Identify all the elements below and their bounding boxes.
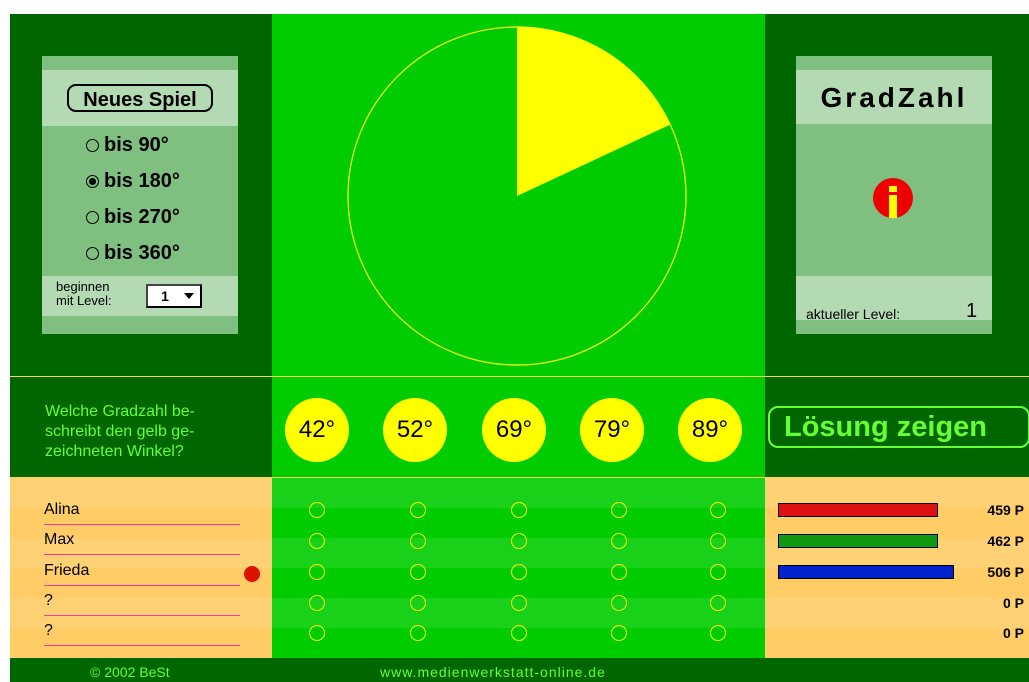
player-name-field[interactable]: ? <box>44 587 240 616</box>
show-solution-button[interactable]: Lösung zeigen <box>768 406 1029 448</box>
answer-button-1[interactable]: 42° <box>285 398 349 462</box>
radio-selected-icon[interactable] <box>86 174 99 188</box>
option-bis-270[interactable]: bis 270° <box>86 202 180 232</box>
player-name-field[interactable]: Alina <box>44 496 240 525</box>
answer-history-circle <box>710 595 726 611</box>
answer-history-circle <box>309 625 325 641</box>
answer-history-circle <box>511 595 527 611</box>
answer-history-circle <box>710 533 726 549</box>
option-bis-360[interactable]: bis 360° <box>86 238 180 268</box>
answer-history-circle <box>410 533 426 549</box>
answer-history-circle <box>410 564 426 580</box>
angle-figure <box>347 26 687 366</box>
answer-history-circle <box>710 625 726 641</box>
start-level-value: 1 <box>161 288 169 304</box>
start-level-label-line1: beginnen <box>56 279 110 294</box>
option-label: bis 360° <box>104 241 180 264</box>
divider <box>10 376 1029 377</box>
settings-panel: Neues Spiel bis 90° bis 180° bis 270° bi… <box>42 56 238 334</box>
option-bis-180[interactable]: bis 180° <box>86 166 180 196</box>
start-level-label: beginnen mit Level: <box>56 280 112 308</box>
player-points: 0 P <box>1002 625 1024 641</box>
answer-history-circle <box>511 533 527 549</box>
dropdown-arrow-icon[interactable] <box>184 293 194 299</box>
answer-history-circle <box>611 564 627 580</box>
player-name-field[interactable]: Frieda <box>44 557 240 586</box>
option-bis-90[interactable]: bis 90° <box>86 130 169 160</box>
score-bar <box>778 565 954 579</box>
option-label: bis 180° <box>104 169 180 192</box>
answer-history-circle <box>511 625 527 641</box>
answer-history-circle <box>611 502 627 518</box>
answer-history-circle <box>410 595 426 611</box>
current-level-value: 1 <box>966 300 978 322</box>
player-points: 0 P <box>1002 595 1024 611</box>
answer-button-2[interactable]: 52° <box>383 398 447 462</box>
new-game-button[interactable]: Neues Spiel <box>67 84 213 112</box>
question-line: schreibt den gelb ge- <box>45 423 195 440</box>
player-points: 459 P <box>987 502 1024 518</box>
answer-history-circle <box>309 595 325 611</box>
answer-history-circle <box>611 595 627 611</box>
website-link[interactable]: www.medienwerkstatt-online.de <box>380 664 606 680</box>
answer-history-circle <box>710 564 726 580</box>
radio-icon[interactable] <box>86 210 99 224</box>
question-text: Welche Gradzahl be- schreibt den gelb ge… <box>45 402 265 462</box>
answer-history-circle <box>511 502 527 518</box>
score-bar <box>778 503 938 517</box>
answer-history-circle <box>410 625 426 641</box>
answer-history-circle <box>309 533 325 549</box>
game-title: GradZahl <box>820 82 968 113</box>
answer-history-circle <box>410 502 426 518</box>
score-bar <box>778 534 938 548</box>
question-line: zeichneten Winkel? <box>45 443 184 460</box>
current-level-label: aktueller Level: <box>806 306 901 322</box>
copyright-text: © 2002 BeSt <box>90 664 170 680</box>
info-icon[interactable] <box>873 178 913 218</box>
question-line: Welche Gradzahl be- <box>45 403 195 420</box>
radio-icon[interactable] <box>86 246 99 260</box>
angle-board <box>272 14 765 376</box>
answer-button-5[interactable]: 89° <box>678 398 742 462</box>
answer-history-circle <box>611 625 627 641</box>
player-points: 462 P <box>987 533 1024 549</box>
start-level-select[interactable]: 1 <box>146 284 202 308</box>
answer-history-circle <box>511 564 527 580</box>
option-label: bis 90° <box>104 133 169 156</box>
player-name-field[interactable]: ? <box>44 617 240 646</box>
current-player-indicator <box>244 566 260 582</box>
radio-icon[interactable] <box>86 138 99 152</box>
info-panel: GradZahl aktueller Level: 1 <box>796 56 992 334</box>
answer-history-circle <box>309 502 325 518</box>
player-points: 506 P <box>987 564 1024 580</box>
answer-history-circle <box>309 564 325 580</box>
game-window: Neues Spiel bis 90° bis 180° bis 270° bi… <box>10 14 1029 682</box>
option-label: bis 270° <box>104 205 180 228</box>
answer-button-3[interactable]: 69° <box>482 398 546 462</box>
answer-history-circle <box>710 502 726 518</box>
answer-button-4[interactable]: 79° <box>580 398 644 462</box>
player-name-field[interactable]: Max <box>44 526 240 555</box>
start-level-label-line2: mit Level: <box>56 293 112 308</box>
answer-history-circle <box>611 533 627 549</box>
